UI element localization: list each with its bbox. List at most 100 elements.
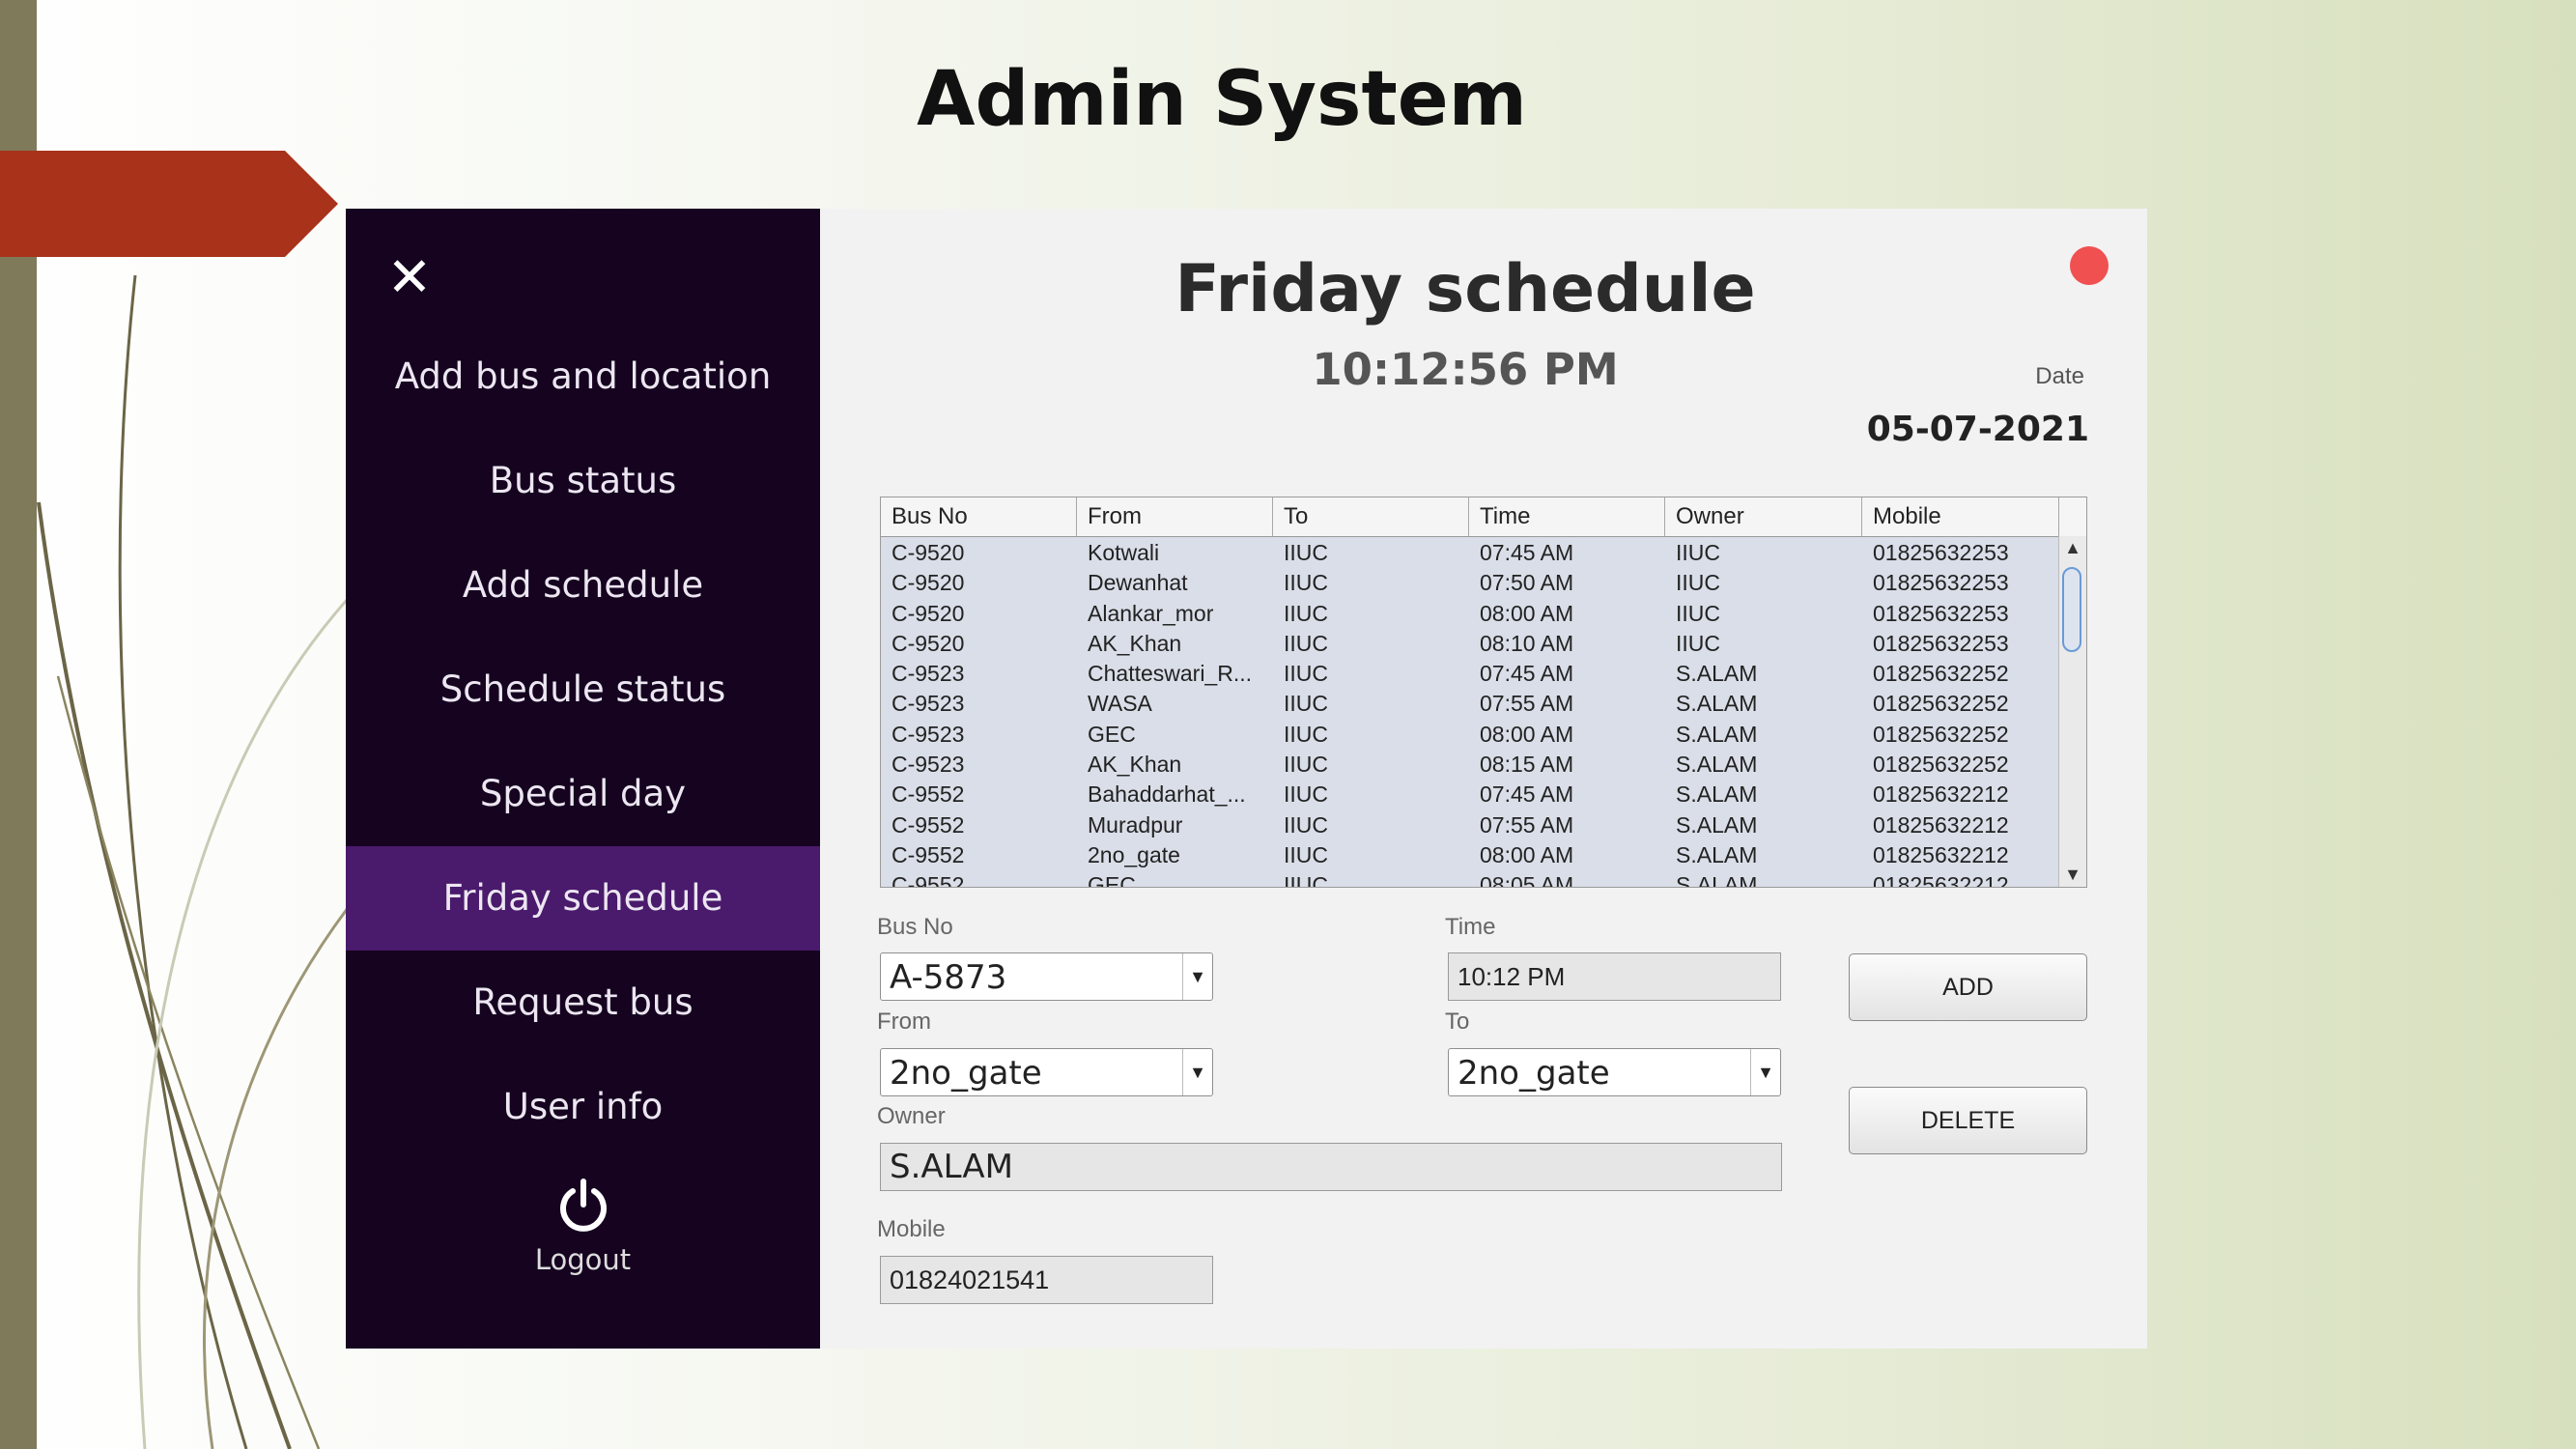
table-cell-mobile: 01825632253 [1873,600,2009,626]
schedule-table[interactable]: Bus No From To Time Owner Mobile C-9520 K… [880,497,2087,888]
bus-no-label: Bus No [877,914,953,940]
table-row[interactable]: C-9520 Kotwali IIUC 07:45 AM IIUC 01825632253 [881,538,2059,568]
table-cell-from: Kotwali [1088,540,1160,565]
sidebar-item-schedule-status[interactable]: Schedule status [346,638,820,742]
table-cell-to: IIUC [1284,872,1328,887]
chevron-down-icon: ▼ [1750,1049,1780,1095]
bus-no-select[interactable]: A-5873 ▼ [880,952,1213,1001]
column-header-bus-no[interactable]: Bus No [881,497,1077,536]
sidebar-item-add-schedule[interactable]: Add schedule [346,533,820,638]
table-cell-bus-no: C-9520 [892,600,965,626]
table-row[interactable]: C-9523 WASA IIUC 07:55 AM S.ALAM 01825632252 [881,689,2059,719]
table-cell-bus-no: C-9520 [892,540,965,565]
table-row[interactable]: C-9520 Dewanhat IIUC 07:50 AM IIUC 0182563225… [881,568,2059,598]
table-row[interactable]: C-9552 2no_gate IIUC 08:00 AM S.ALAM 01825632… [881,840,2059,870]
table-cell-owner: S.ALAM [1676,691,1758,717]
table-cell-mobile: 01825632212 [1873,872,2009,887]
table-cell-to: IIUC [1284,691,1328,717]
table-row[interactable]: C-9520 Alankar_mor IIUC 08:00 AM IIUC 0182563… [881,599,2059,629]
power-icon [559,1179,607,1232]
sidebar-item-bus-status[interactable]: Bus status [346,429,820,533]
to-select[interactable]: 2no_gate ▼ [1448,1048,1781,1096]
table-row[interactable]: C-9552 Muradpur IIUC 07:55 AM S.ALAM 01825632… [881,810,2059,840]
table-cell-mobile: 01825632212 [1873,781,2009,808]
mobile-field[interactable]: 01824021541 [880,1256,1213,1304]
table-cell-from: Dewanhat [1088,570,1188,596]
from-value: 2no_gate [890,1054,1042,1093]
table-cell-mobile: 01825632253 [1873,630,2009,656]
sidebar-item-friday-schedule[interactable]: Friday schedule [346,846,820,951]
table-row[interactable]: C-9523 GEC IIUC 08:00 AM S.ALAM 01825632252 [881,720,2059,750]
table-cell-to: IIUC [1284,570,1328,596]
close-icon[interactable]: ✕ [382,251,437,305]
table-cell-from: GEC [1088,872,1136,887]
date-label: Date [2035,363,2084,389]
time-field[interactable]: 10:12 PM [1448,952,1781,1001]
table-cell-mobile: 01825632253 [1873,540,2009,565]
scroll-down-icon[interactable]: ▼ [2059,865,2086,885]
table-cell-owner: S.ALAM [1676,781,1758,808]
from-select[interactable]: 2no_gate ▼ [880,1048,1213,1096]
from-label: From [877,1009,931,1035]
table-cell-time: 07:45 AM [1480,540,1574,565]
page-title: Friday schedule [1175,251,1756,327]
table-cell-bus-no: C-9552 [892,781,965,808]
table-cell-owner: IIUC [1676,630,1720,656]
column-header-to[interactable]: To [1273,497,1469,536]
add-button[interactable]: ADD [1849,953,2087,1021]
table-cell-bus-no: C-9552 [892,872,965,887]
table-cell-to: IIUC [1284,721,1328,747]
owner-field[interactable]: S.ALAM [880,1143,1782,1191]
mobile-value: 01824021541 [890,1265,1050,1294]
table-row[interactable]: C-9552 GEC IIUC 08:05 AM S.ALAM 01825632212 [881,870,2059,887]
scroll-up-icon[interactable]: ▲ [2059,538,2086,558]
table-cell-from: Alankar_mor [1088,600,1214,626]
table-cell-time: 07:45 AM [1480,781,1574,808]
table-cell-mobile: 01825632252 [1873,661,2009,687]
column-header-from[interactable]: From [1077,497,1273,536]
table-cell-bus-no: C-9523 [892,661,965,687]
table-cell-owner: IIUC [1676,570,1720,596]
table-body: C-9520 Kotwali IIUC 07:45 AM IIUC 01825632253… [881,538,2059,887]
table-cell-time: 08:00 AM [1480,721,1574,747]
close-window-button[interactable] [2070,246,2109,285]
table-row[interactable]: C-9523 Chatteswari_R... IIUC 07:45 AM S.ALAM… [881,659,2059,689]
bus-no-value: A-5873 [890,958,1007,997]
table-row[interactable]: C-9520 AK_Khan IIUC 08:10 AM IIUC 01825632253 [881,629,2059,659]
table-scrollbar[interactable]: ▲ ▼ [2058,536,2086,887]
table-cell-to: IIUC [1284,661,1328,687]
scrollbar-thumb[interactable] [2062,567,2081,652]
table-cell-owner: S.ALAM [1676,841,1758,867]
owner-label: Owner [877,1103,946,1129]
sidebar-item-request-bus[interactable]: Request bus [346,951,820,1055]
date-value: 05-07-2021 [1866,410,2089,449]
logout-label: Logout [534,1243,632,1276]
table-cell-owner: IIUC [1676,540,1720,565]
sidebar: ✕ Add bus and location Bus status Add sc… [346,209,820,1349]
delete-button[interactable]: DELETE [1849,1087,2087,1154]
table-cell-time: 08:05 AM [1480,872,1574,887]
logout-button[interactable]: Logout [346,1178,820,1276]
table-cell-bus-no: C-9520 [892,570,965,596]
sidebar-item-user-info[interactable]: User info [346,1055,820,1159]
table-cell-owner: S.ALAM [1676,721,1758,747]
table-header: Bus No From To Time Owner Mobile [881,497,2059,537]
table-cell-bus-no: C-9523 [892,721,965,747]
column-header-owner[interactable]: Owner [1665,497,1862,536]
column-header-mobile[interactable]: Mobile [1862,497,2059,536]
table-cell-to: IIUC [1284,600,1328,626]
sidebar-item-add-bus-and-location[interactable]: Add bus and location [346,325,820,429]
column-header-time[interactable]: Time [1469,497,1665,536]
table-cell-to: IIUC [1284,630,1328,656]
table-cell-time: 07:55 AM [1480,691,1574,717]
table-cell-time: 07:55 AM [1480,811,1574,838]
table-row[interactable]: C-9552 Bahaddarhat_... IIUC 07:45 AM S.ALAM 0… [881,780,2059,810]
owner-value: S.ALAM [890,1148,1013,1186]
table-cell-mobile: 01825632252 [1873,721,2009,747]
time-value: 10:12 PM [1458,962,1566,991]
slide-title: Admin System [917,56,1527,143]
table-cell-time: 08:00 AM [1480,600,1574,626]
table-cell-to: IIUC [1284,781,1328,808]
table-row[interactable]: C-9523 AK_Khan IIUC 08:15 AM S.ALAM 018256322… [881,750,2059,780]
sidebar-item-special-day[interactable]: Special day [346,742,820,846]
